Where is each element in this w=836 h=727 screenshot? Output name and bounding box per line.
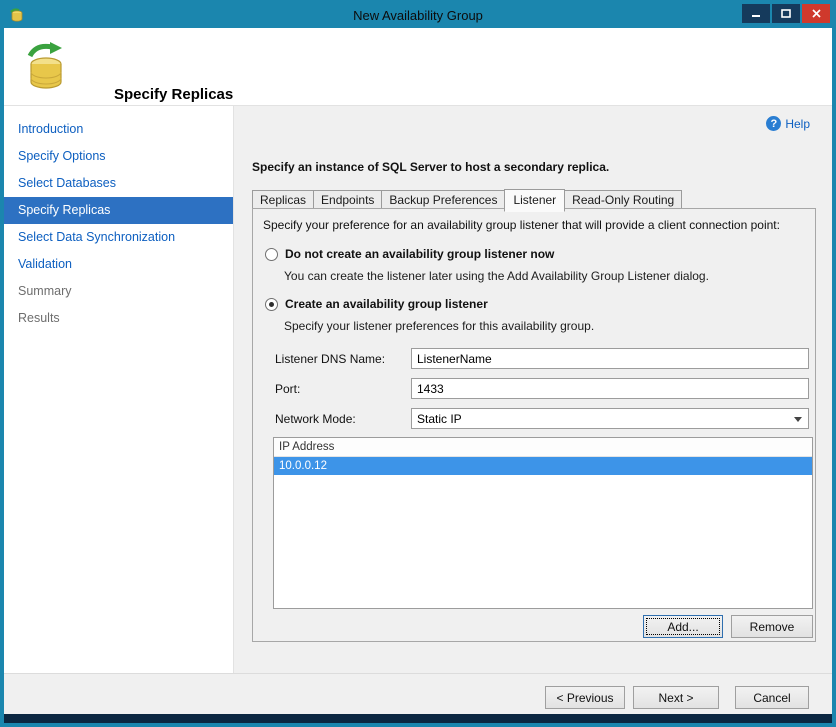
window-title: New Availability Group — [353, 8, 483, 23]
port-label: Port: — [275, 382, 301, 396]
wizard-steps-sidebar: Introduction Specify Options Select Data… — [4, 106, 234, 673]
port-input[interactable] — [411, 378, 809, 399]
window-controls — [742, 4, 830, 23]
wizard-footer: < Previous Next > Cancel — [4, 673, 832, 714]
page-title: Specify Replicas — [114, 86, 234, 103]
help-button[interactable]: ? Help — [766, 116, 810, 131]
next-button[interactable]: Next > — [633, 686, 719, 709]
maximize-icon[interactable] — [772, 4, 800, 23]
window-bottom-strip — [4, 714, 832, 723]
cancel-button[interactable]: Cancel — [735, 686, 809, 709]
new-availability-group-window: New Availability Group Specify Replicas … — [0, 0, 836, 727]
dns-name-input[interactable] — [411, 348, 809, 369]
sidebar-item-summary: Summary — [18, 284, 72, 298]
ip-address-row[interactable]: 10.0.0.12 — [274, 457, 812, 475]
main-content: ? Help Specify an instance of SQL Server… — [235, 106, 832, 673]
network-mode-dropdown[interactable]: Static IP — [411, 408, 809, 429]
dns-name-label: Listener DNS Name: — [275, 352, 386, 366]
sidebar-item-introduction[interactable]: Introduction — [4, 116, 233, 143]
radio-no-listener-label[interactable]: Do not create an availability group list… — [285, 247, 554, 261]
minimize-icon[interactable] — [742, 4, 770, 23]
remove-button[interactable]: Remove — [731, 615, 813, 638]
radio-create-listener-description: Specify your listener preferences for th… — [284, 319, 595, 333]
sidebar-item-select-databases[interactable]: Select Databases — [4, 170, 233, 197]
wizard-header: Specify Replicas — [4, 28, 832, 106]
sidebar-item-select-data-synchronization[interactable]: Select Data Synchronization — [4, 224, 233, 251]
radio-no-listener-description: You can create the listener later using … — [284, 269, 709, 283]
sidebar-item-validation[interactable]: Validation — [4, 251, 233, 278]
ip-address-column-header: IP Address — [274, 438, 812, 457]
ip-address-list[interactable]: IP Address 10.0.0.12 — [273, 437, 813, 609]
network-mode-label: Network Mode: — [275, 412, 356, 426]
title-bar: New Availability Group — [4, 4, 832, 28]
instruction-text: Specify an instance of SQL Server to hos… — [252, 160, 610, 174]
sidebar-item-specify-options[interactable]: Specify Options — [4, 143, 233, 170]
radio-no-listener[interactable]: Do not create an availability group list… — [265, 247, 554, 261]
chevron-down-icon — [794, 417, 802, 422]
sidebar-item-results: Results — [18, 311, 60, 325]
close-icon[interactable] — [802, 4, 830, 23]
listener-preference-text: Specify your preference for an availabil… — [263, 218, 780, 232]
radio-create-listener-label[interactable]: Create an availability group listener — [285, 297, 488, 311]
radio-no-listener-circle[interactable] — [265, 247, 278, 261]
sidebar-item-specify-replicas[interactable]: Specify Replicas — [4, 197, 233, 224]
help-icon: ? — [766, 116, 782, 131]
network-mode-value: Static IP — [417, 411, 462, 426]
radio-create-listener[interactable]: Create an availability group listener — [265, 297, 488, 311]
tab-listener[interactable]: Listener — [504, 189, 566, 212]
listener-tab-panel: Specify your preference for an availabil… — [252, 208, 816, 642]
add-button[interactable]: Add... — [643, 615, 723, 638]
availability-group-icon — [20, 40, 76, 99]
previous-button[interactable]: < Previous — [545, 686, 625, 709]
help-label: Help — [785, 116, 810, 131]
radio-create-listener-circle[interactable] — [265, 297, 278, 311]
